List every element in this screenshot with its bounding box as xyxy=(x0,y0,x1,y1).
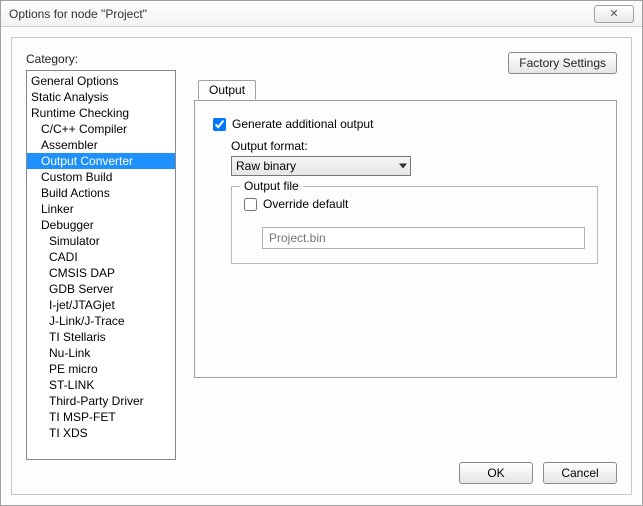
category-item[interactable]: Build Actions xyxy=(27,185,175,201)
titlebar: Options for node "Project" ✕ xyxy=(1,1,642,27)
category-item[interactable]: PE micro xyxy=(27,361,175,377)
category-item[interactable]: I-jet/JTAGjet xyxy=(27,297,175,313)
category-item[interactable]: Static Analysis xyxy=(27,89,175,105)
chevron-down-icon xyxy=(399,164,407,169)
cancel-button[interactable]: Cancel xyxy=(543,462,617,484)
dialog-body: Category: General OptionsStatic Analysis… xyxy=(11,37,632,495)
output-format-select[interactable]: Raw binary xyxy=(231,156,411,176)
category-item[interactable]: General Options xyxy=(27,73,175,89)
category-item[interactable]: Linker xyxy=(27,201,175,217)
output-format-value: Raw binary xyxy=(236,159,296,173)
override-default-checkbox[interactable] xyxy=(244,198,257,211)
category-item[interactable]: Third-Party Driver xyxy=(27,393,175,409)
dialog-window: Options for node "Project" ✕ Category: G… xyxy=(0,0,643,506)
output-file-group: Output file Override default xyxy=(231,186,598,264)
window-title: Options for node "Project" xyxy=(9,7,147,21)
category-item[interactable]: J-Link/J-Trace xyxy=(27,313,175,329)
category-item[interactable]: Output Converter xyxy=(27,153,175,169)
category-item[interactable]: TI Stellaris xyxy=(27,329,175,345)
category-item[interactable]: CADI xyxy=(27,249,175,265)
ok-button[interactable]: OK xyxy=(459,462,533,484)
category-item[interactable]: TI MSP-FET xyxy=(27,409,175,425)
category-item[interactable]: Simulator xyxy=(27,233,175,249)
tab-panel: Output Generate additional output Output… xyxy=(194,100,617,446)
category-item[interactable]: Runtime Checking xyxy=(27,105,175,121)
tab-body: Generate additional output Output format… xyxy=(194,100,617,378)
close-button[interactable]: ✕ xyxy=(594,5,634,23)
category-item[interactable]: Assembler xyxy=(27,137,175,153)
category-list[interactable]: General OptionsStatic AnalysisRuntime Ch… xyxy=(26,70,176,460)
factory-settings-button[interactable]: Factory Settings xyxy=(508,52,617,74)
output-filename-input[interactable] xyxy=(262,227,585,249)
category-item[interactable]: CMSIS DAP xyxy=(27,265,175,281)
override-default-label[interactable]: Override default xyxy=(263,197,348,211)
category-item[interactable]: C/C++ Compiler xyxy=(27,121,175,137)
generate-output-checkbox[interactable] xyxy=(213,118,226,131)
category-item[interactable]: Custom Build xyxy=(27,169,175,185)
output-format-label: Output format: xyxy=(231,139,598,153)
category-item[interactable]: Debugger xyxy=(27,217,175,233)
category-item[interactable]: TI XDS xyxy=(27,425,175,441)
category-item[interactable]: Nu-Link xyxy=(27,345,175,361)
output-file-legend: Output file xyxy=(240,179,303,193)
generate-output-label[interactable]: Generate additional output xyxy=(232,117,373,131)
close-icon: ✕ xyxy=(609,7,618,20)
tab-output[interactable]: Output xyxy=(198,80,256,100)
category-item[interactable]: ST-LINK xyxy=(27,377,175,393)
category-item[interactable]: GDB Server xyxy=(27,281,175,297)
category-label: Category: xyxy=(26,52,176,66)
dialog-footer: OK Cancel xyxy=(459,462,617,484)
